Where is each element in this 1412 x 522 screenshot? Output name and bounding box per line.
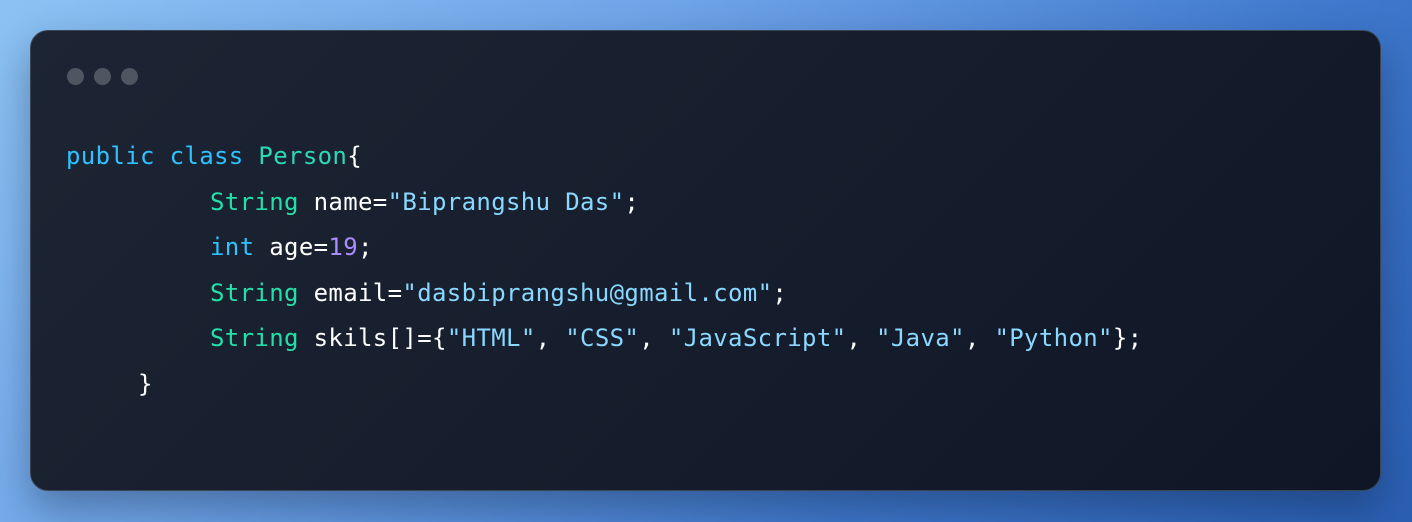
token-type: String [210,278,299,307]
token-separator: , [639,324,669,352]
token-identifier: name= [313,187,388,216]
code-line-3: int age=19; [66,225,1142,271]
token-string: "HTML" [446,324,536,352]
code-window: public class Person{String name="Biprang… [30,30,1381,491]
token-class: class [169,142,244,170]
token-number: 19 [328,233,359,261]
token-close-brace: } [1112,324,1128,352]
token-semicolon: ; [624,187,640,216]
token-close-brace: } [138,369,153,398]
token-separator: , [535,324,566,352]
token-open-brace: { [432,324,447,352]
window-control-dot [94,68,111,85]
token-identifier: age= [269,233,329,261]
token-class-name: Person [258,142,348,170]
code-block: public class Person{String name="Biprang… [66,134,1142,407]
token-type: String [210,187,299,216]
token-string: "Java" [876,324,965,352]
code-line-5: String skils[]={"HTML", "CSS", "JavaScri… [66,316,1142,362]
token-type: String [210,324,299,352]
code-line-4: String email="dasbiprangshu@gmail.com"; [66,271,1142,317]
window-controls [67,68,138,85]
token-identifier: email= [313,278,403,307]
token-string: "Python" [994,324,1113,352]
token-semicolon: ; [772,278,788,307]
token-open-brace: { [347,142,363,170]
token-identifier: skils[]= [313,324,433,352]
code-line-1: public class Person{ [66,134,1142,180]
code-line-2: String name="Biprangshu Das"; [66,180,1142,226]
token-string: "dasbiprangshu@gmail.com" [402,278,773,307]
token-public: public [66,142,155,170]
code-line-6: } [66,362,1142,408]
token-semicolon: ; [1127,324,1143,352]
token-string: "CSS" [565,324,640,352]
token-semicolon: ; [358,233,373,261]
window-control-dot [67,68,84,85]
token-separator: , [964,324,995,352]
token-separator: , [846,324,877,352]
token-string: "Biprangshu Das" [387,187,625,216]
token-string: "JavaScript" [668,324,847,352]
window-control-dot [121,68,138,85]
token-type: int [210,233,255,261]
